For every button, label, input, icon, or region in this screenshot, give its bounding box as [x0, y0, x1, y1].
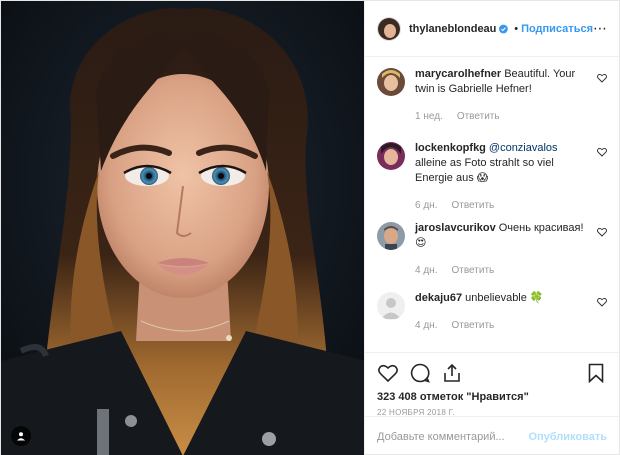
comment-like-heart-icon[interactable] — [597, 227, 607, 237]
post-photo[interactable] — [1, 1, 364, 455]
comment-username[interactable]: lockenkopfkg — [415, 142, 486, 154]
comment-text: alleine as Foto strahlt so viel Energie … — [415, 157, 554, 184]
comment-age[interactable]: 6 дн. — [415, 200, 437, 211]
post-side-panel: thylaneblondeau • Подписаться ⋯ marycaro… — [364, 1, 619, 455]
comments-list[interactable]: marycarolhefner Beautiful. Your twin is G… — [365, 57, 619, 352]
comment-username[interactable]: jaroslavcurikov — [415, 222, 496, 234]
bookmark-save-icon[interactable] — [585, 362, 607, 384]
reply-button[interactable]: Ответить — [457, 111, 500, 122]
comment-body: lockenkopfkg @conziavalos alleine as Foto… — [415, 141, 609, 211]
comment-body: dekaju67 unbelievable 🍀 4 дн. Ответить — [415, 291, 609, 341]
comment-item: dekaju67 unbelievable 🍀 4 дн. Ответить — [377, 281, 609, 341]
comment-mention-link[interactable]: @conziavalos — [489, 142, 558, 154]
comment-age[interactable]: 4 дн. — [415, 320, 437, 331]
comment-text: unbelievable 🍀 — [465, 292, 544, 304]
comment-item: jaroslavcurikov Очень красивая! 😍 4 дн. От… — [377, 211, 609, 281]
like-heart-icon[interactable] — [377, 362, 399, 384]
comment-username[interactable]: marycarolhefner — [415, 68, 501, 80]
action-icons-row — [377, 361, 607, 385]
comment-username[interactable]: dekaju67 — [415, 292, 462, 304]
publish-button[interactable]: Опубликовать — [528, 431, 607, 443]
follow-button[interactable]: Подписаться — [521, 23, 593, 35]
comment-age[interactable]: 4 дн. — [415, 265, 437, 276]
verified-badge-icon — [499, 24, 509, 33]
comment-body: marycarolhefner Beautiful. Your twin is G… — [415, 67, 609, 131]
instagram-post-dialog: thylaneblondeau • Подписаться ⋯ marycaro… — [0, 0, 620, 455]
comment-age[interactable]: 1 нед. — [415, 111, 443, 122]
reply-button[interactable]: Ответить — [451, 320, 494, 331]
comment-meta: 1 нед. Ответить — [415, 109, 587, 124]
more-options-icon[interactable]: ⋯ — [593, 20, 607, 37]
portrait-image — [1, 1, 364, 455]
author-username[interactable]: thylaneblondeau — [409, 23, 496, 35]
reply-button[interactable]: Ответить — [451, 200, 494, 211]
comment-like-heart-icon[interactable] — [597, 297, 607, 307]
commenter-avatar[interactable] — [377, 222, 405, 250]
comment-like-heart-icon[interactable] — [597, 147, 607, 157]
commenter-avatar[interactable] — [377, 142, 405, 170]
add-comment-bar: Опубликовать — [365, 416, 619, 455]
reply-button[interactable]: Ответить — [451, 265, 494, 276]
comment-body: jaroslavcurikov Очень красивая! 😍 4 дн. От… — [415, 221, 609, 281]
author-avatar[interactable] — [377, 16, 401, 41]
comment-meta: 4 дн. Ответить — [415, 263, 587, 278]
comment-item: lockenkopfkg @conziavalos alleine as Foto… — [377, 131, 609, 211]
comment-meta: 4 дн. Ответить — [415, 318, 587, 333]
comment-bubble-icon[interactable] — [409, 362, 431, 384]
commenter-avatar[interactable] — [377, 68, 405, 96]
share-upload-icon[interactable] — [441, 362, 463, 384]
comment-item: marycarolhefner Beautiful. Your twin is G… — [377, 57, 609, 131]
post-header: thylaneblondeau • Подписаться ⋯ — [365, 1, 619, 57]
likes-count[interactable]: 323 408 отметок "Нравится" — [377, 391, 607, 403]
header-separator: • — [514, 22, 519, 35]
comment-input[interactable] — [377, 430, 529, 443]
comment-like-heart-icon[interactable] — [597, 73, 607, 83]
commenter-avatar[interactable] — [377, 292, 405, 320]
user-tag-icon[interactable] — [11, 426, 31, 446]
